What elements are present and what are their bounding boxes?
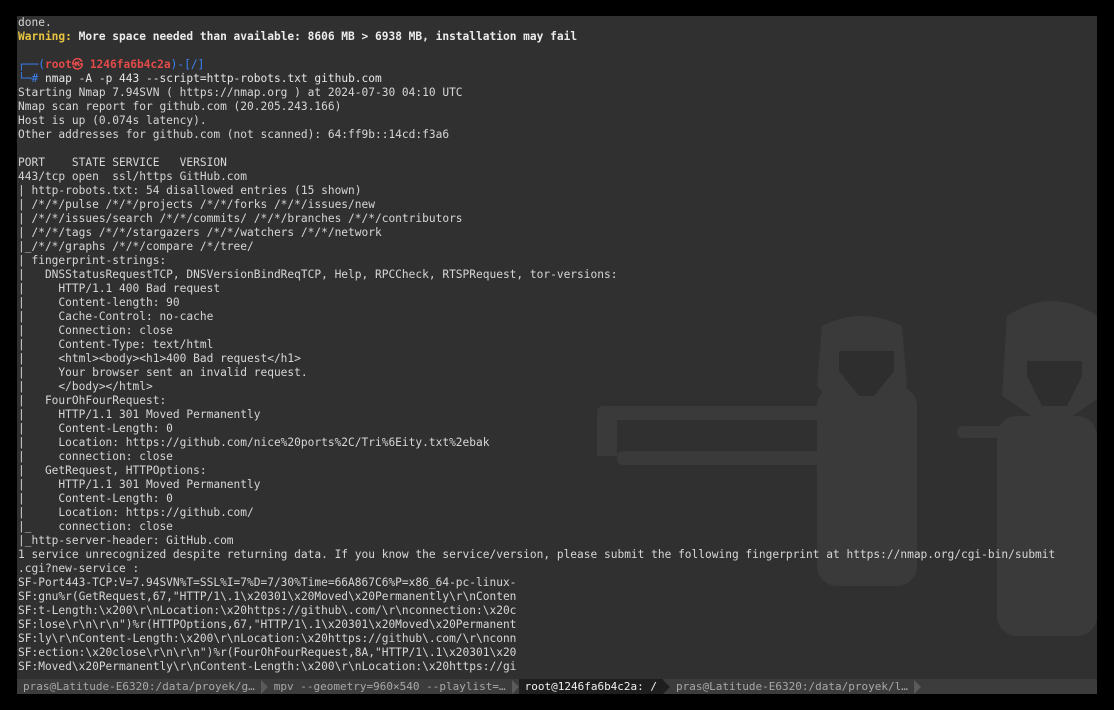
tab-pras-proyek-g[interactable]: pras@Latitude-E6320:/data/proyek/g…	[17, 679, 261, 694]
tab-separator-icon	[511, 679, 519, 694]
tab-label: pras@Latitude-E6320:/data/proyek/l…	[676, 680, 908, 693]
output-line: Nmap scan report for github.com (20.205.…	[18, 100, 342, 113]
output-line: SF:gnu%r(GetRequest,67,"HTTP/1\.1\x20301…	[18, 590, 517, 603]
output-line: | DNSStatusRequestTCP, DNSVersionBindReq…	[18, 268, 618, 281]
output-line: | connection: close	[18, 450, 173, 463]
output-line: | http-robots.txt: 54 disallowed entries…	[18, 184, 362, 197]
warning-label: Warning:	[18, 30, 72, 43]
prompt-frame-left: ┌──(	[18, 58, 45, 71]
output-line: | /*/*/issues/search /*/*/commits/ /*/*/…	[18, 212, 463, 225]
nmap-output: Starting Nmap 7.94SVN ( https://nmap.org…	[18, 86, 1097, 674]
output-line: 1 service unrecognized despite returning…	[18, 548, 1056, 561]
terminal-tab-bar: pras@Latitude-E6320:/data/proyek/g… mpv …	[17, 679, 1097, 694]
output-line: | HTTP/1.1 301 Moved Permanently	[18, 408, 261, 421]
output-line: PORT STATE SERVICE VERSION	[18, 156, 227, 169]
terminal-output: done. Warning: More space needed than av…	[18, 16, 1097, 674]
output-line: | fingerprint-strings:	[18, 254, 167, 267]
output-line: | Cache-Control: no-cache	[18, 310, 214, 323]
output-line: done.	[18, 16, 52, 29]
tab-label: mpv --geometry=960×540 --playlist=…	[273, 680, 506, 693]
tab-root-container[interactable]: root@1246fa6b4c2a: /	[518, 679, 664, 694]
output-line: |_ connection: close	[18, 520, 173, 533]
output-line: | /*/*/tags /*/*/stargazers /*/*/watcher…	[18, 226, 382, 239]
output-line: SF:t-Length:\x200\r\nLocation:\x20https:…	[18, 604, 517, 617]
output-line: | GetRequest, HTTPOptions:	[18, 464, 207, 477]
output-line: SF:lose\r\n\r\n")%r(HTTPOptions,67,"HTTP…	[18, 618, 517, 631]
output-line: .cgi?new-service :	[18, 562, 140, 575]
output-line: SF:ly\r\nContent-Length:\x200\r\nLocatio…	[18, 632, 517, 645]
output-line: | Content-Type: text/html	[18, 338, 214, 351]
output-line: SF:Moved\x20Permanently\r\nContent-Lengt…	[18, 660, 517, 673]
prompt-frame-right: )-[/]	[170, 58, 205, 71]
output-line: | </body></html>	[18, 380, 153, 393]
tab-separator-icon	[260, 679, 268, 694]
tab-pras-proyek-l[interactable]: pras@Latitude-E6320:/data/proyek/l…	[670, 679, 914, 694]
output-line: | /*/*/pulse /*/*/projects /*/*/forks /*…	[18, 198, 375, 211]
output-line: | <html><body><h1>400 Bad request</h1>	[18, 352, 301, 365]
output-line: Starting Nmap 7.94SVN ( https://nmap.org…	[18, 86, 463, 99]
output-line: | FourOhFourRequest:	[18, 394, 167, 407]
output-line: 443/tcp open ssl/https GitHub.com	[18, 170, 248, 183]
tab-mpv[interactable]: mpv --geometry=960×540 --playlist=…	[268, 679, 512, 694]
prompt-user-host: root㉿ 1246fa6b4c2a	[44, 58, 171, 71]
output-line: | Location: https://github.com/nice%20po…	[18, 436, 490, 449]
tab-label: pras@Latitude-E6320:/data/proyek/g…	[23, 680, 255, 693]
tab-label: root@1246fa6b4c2a: /	[524, 680, 658, 693]
output-line: SF-Port443-TCP:V=7.94SVN%T=SSL%I=7%D=7/3…	[18, 576, 517, 589]
tab-separator-icon	[913, 679, 921, 694]
prompt-command-line[interactable]: └─# nmap -A -p 443 --script=http-robots.…	[18, 72, 1097, 86]
output-line: | Connection: close	[18, 324, 173, 337]
output-line: Host is up (0.074s latency).	[18, 114, 207, 127]
output-line: | Content-length: 90	[18, 296, 180, 309]
prompt-hash: #	[31, 72, 45, 85]
output-line: |_http-server-header: GitHub.com	[18, 534, 234, 547]
output-line: Other addresses for github.com (not scan…	[18, 128, 450, 141]
output-line: SF:ection:\x20close\r\n\r\n")%r(FourOhFo…	[18, 646, 517, 659]
output-line: |_/*/*/graphs /*/*/compare /*/tree/	[18, 240, 254, 253]
output-line: | Location: https://github.com/	[18, 506, 254, 519]
prompt-header: ┌──(root㉿ 1246fa6b4c2a)-[/]	[18, 58, 1097, 72]
output-line: | HTTP/1.1 301 Moved Permanently	[18, 478, 261, 491]
output-line: | Content-Length: 0	[18, 422, 173, 435]
output-line: | Content-Length: 0	[18, 492, 173, 505]
command-text: nmap -A -p 443 --script=http-robots.txt …	[44, 72, 382, 85]
tab-separator-icon	[663, 679, 671, 694]
output-line: | Your browser sent an invalid request.	[18, 366, 308, 379]
prompt-corner: └─	[18, 72, 32, 85]
warning-text: More space needed than available: 8606 M…	[71, 30, 578, 43]
warning-line: Warning: More space needed than availabl…	[18, 30, 1097, 44]
output-line: | HTTP/1.1 400 Bad request	[18, 282, 221, 295]
terminal-window[interactable]: done. Warning: More space needed than av…	[17, 16, 1097, 694]
